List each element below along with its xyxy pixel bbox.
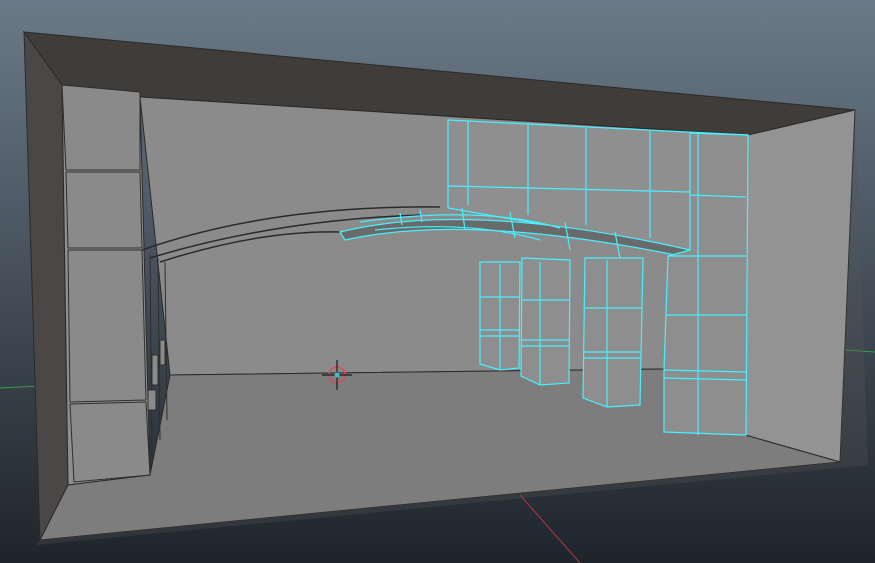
left-panel-2[interactable] <box>65 171 143 249</box>
left-panel-3[interactable] <box>67 249 147 403</box>
left-panel-bottom[interactable] <box>69 401 151 483</box>
column-2[interactable] <box>520 257 571 386</box>
3d-viewport[interactable] <box>0 0 875 563</box>
viewport-canvas[interactable] <box>0 0 875 563</box>
room-right-wall <box>744 109 856 463</box>
left-pillar-block-3 <box>147 389 157 411</box>
pivot-center <box>334 372 340 378</box>
column-3[interactable] <box>582 257 644 408</box>
left-pillar-block-2 <box>159 339 166 366</box>
left-panel-top[interactable] <box>61 84 141 171</box>
left-pillar-block-1 <box>151 354 159 386</box>
